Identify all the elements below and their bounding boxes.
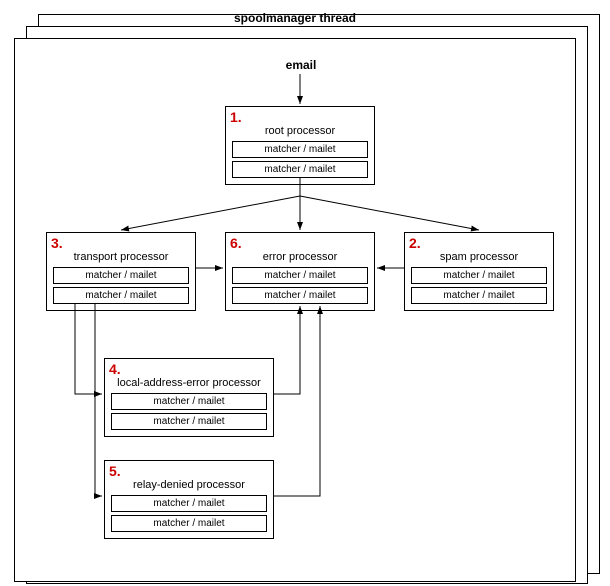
node-title: local-address-error processor — [111, 377, 267, 389]
node-number: 1. — [230, 109, 242, 125]
node-title: error processor — [232, 251, 368, 263]
node-title: transport processor — [53, 251, 189, 263]
node-number: 2. — [409, 235, 421, 251]
diagram-canvas: spoolmanager thread email 1. root proces… — [0, 0, 610, 586]
mailet-slot: matcher / mailet — [111, 515, 267, 532]
thread-title: spoolmanager thread — [15, 11, 575, 25]
mailet-slot: matcher / mailet — [111, 495, 267, 512]
node-title: root processor — [232, 125, 368, 137]
node-local-address-error: 4. local-address-error processor matcher… — [104, 358, 274, 437]
node-number: 4. — [109, 361, 121, 377]
mailet-slot: matcher / mailet — [53, 267, 189, 284]
node-title: relay-denied processor — [111, 479, 267, 491]
mailet-slot: matcher / mailet — [232, 267, 368, 284]
mailet-slot: matcher / mailet — [111, 393, 267, 410]
mailet-slot: matcher / mailet — [232, 161, 368, 178]
mailet-slot: matcher / mailet — [111, 413, 267, 430]
node-relay-denied: 5. relay-denied processor matcher / mail… — [104, 460, 274, 539]
node-spam: 2. spam processor matcher / mailet match… — [404, 232, 554, 311]
node-number: 3. — [51, 235, 63, 251]
mailet-slot: matcher / mailet — [232, 287, 368, 304]
node-title: spam processor — [411, 251, 547, 263]
node-transport: 3. transport processor matcher / mailet … — [46, 232, 196, 311]
mailet-slot: matcher / mailet — [232, 141, 368, 158]
node-root: 1. root processor matcher / mailet match… — [225, 106, 375, 185]
node-number: 5. — [109, 463, 121, 479]
mailet-slot: matcher / mailet — [53, 287, 189, 304]
node-error: 6. error processor matcher / mailet matc… — [225, 232, 375, 311]
email-label: email — [276, 58, 326, 72]
mailet-slot: matcher / mailet — [411, 267, 547, 284]
mailet-slot: matcher / mailet — [411, 287, 547, 304]
node-number: 6. — [230, 235, 242, 251]
